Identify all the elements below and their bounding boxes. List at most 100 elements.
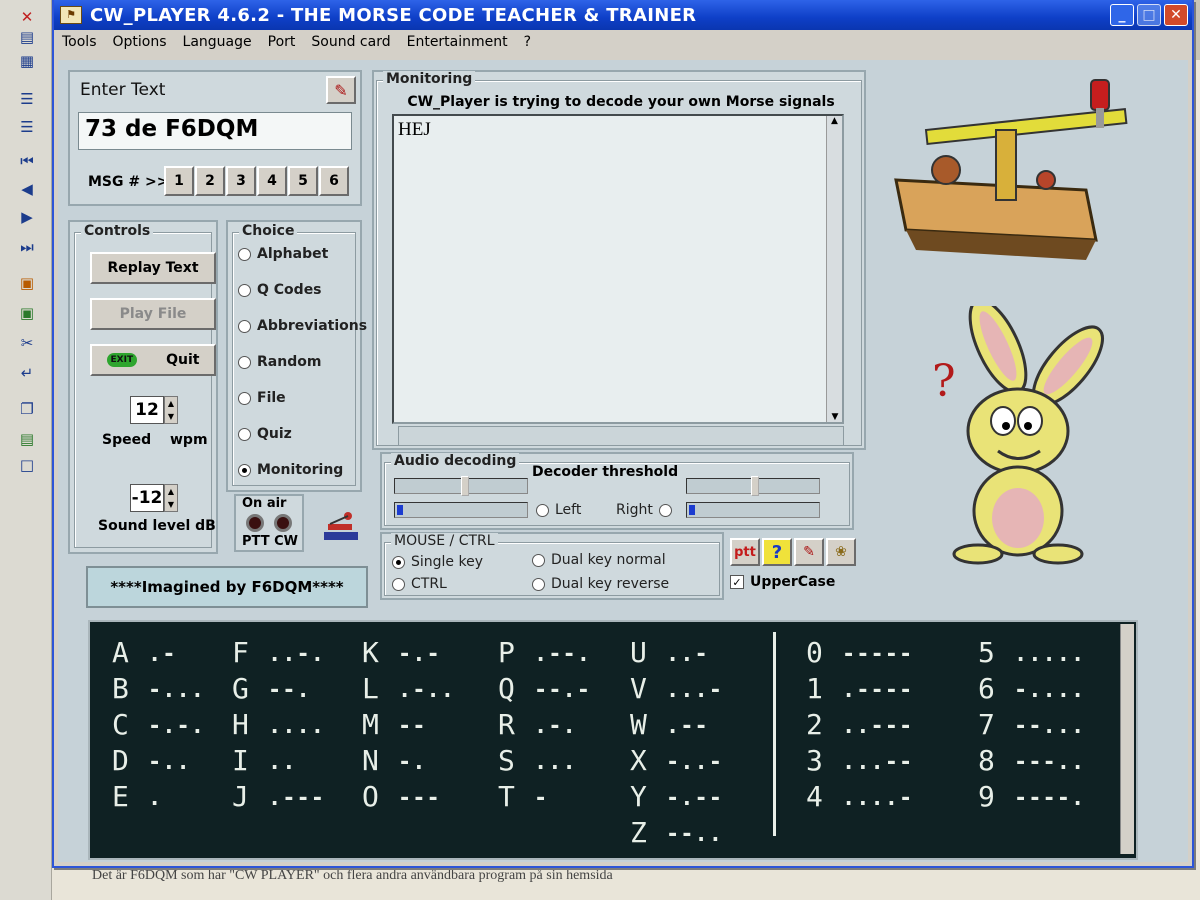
morse-letter-E: E bbox=[112, 780, 129, 813]
threshold-slider-thumb[interactable] bbox=[751, 476, 759, 496]
ptt-button[interactable]: ptt bbox=[730, 538, 760, 566]
tools-icon[interactable]: ✂ bbox=[12, 332, 42, 354]
radio-dot[interactable] bbox=[536, 503, 549, 517]
grid-icon[interactable]: ▤ bbox=[12, 428, 42, 450]
msg-button-5[interactable]: 5 bbox=[288, 166, 318, 196]
eraser-tool-icon[interactable]: ✎ bbox=[794, 538, 824, 566]
choice-quiz[interactable]: Quiz bbox=[238, 426, 292, 442]
morse-letter-R: R bbox=[498, 708, 515, 741]
msg-button-1[interactable]: 1 bbox=[164, 166, 194, 196]
sound-level-spinner[interactable]: -12 ▲ ▼ bbox=[130, 484, 178, 512]
morse-code-F: ..-. bbox=[268, 642, 325, 667]
threshold-slider[interactable] bbox=[686, 476, 820, 496]
pages-icon[interactable]: ❐ bbox=[12, 398, 42, 420]
menu-language[interactable]: Language bbox=[183, 34, 252, 50]
right-level-fill bbox=[689, 505, 695, 515]
menu-sound-card[interactable]: Sound card bbox=[311, 34, 390, 50]
choice-q-codes[interactable]: Q Codes bbox=[238, 282, 322, 298]
close-button[interactable]: ✕ bbox=[1164, 4, 1188, 26]
morse-letter-4: 4 bbox=[806, 780, 823, 813]
speed-value[interactable]: 12 bbox=[130, 396, 164, 424]
menu-entertainment[interactable]: Entertainment bbox=[407, 34, 508, 50]
radio-dot[interactable] bbox=[532, 577, 545, 591]
text-input[interactable]: 73 de F6DQM bbox=[78, 112, 352, 150]
quit-button[interactable]: EXIT Quit bbox=[90, 344, 216, 376]
first-page-icon[interactable]: ⏮ bbox=[12, 150, 42, 172]
morse-code-Q: --.- bbox=[534, 678, 591, 703]
radio-dot[interactable] bbox=[238, 427, 251, 441]
title-bar[interactable]: ⚑ CW_PLAYER 4.6.2 - THE MORSE CODE TEACH… bbox=[54, 0, 1192, 30]
maximize-button[interactable]: □ bbox=[1137, 4, 1161, 26]
left-channel-radio[interactable]: Left bbox=[536, 502, 581, 518]
rabbit-tool-icon[interactable]: ❀ bbox=[826, 538, 856, 566]
monitor-scrollbar[interactable]: ▲ ▼ bbox=[826, 116, 842, 422]
right-channel-radio[interactable]: Right bbox=[616, 502, 678, 518]
outdent-icon[interactable]: ☰ bbox=[12, 116, 42, 138]
eraser-icon[interactable]: ✎ bbox=[326, 76, 356, 104]
choice-panel: Choice Alphabet Q Codes Abbreviations Ra… bbox=[226, 220, 367, 492]
scroll-up-icon[interactable]: ▲ bbox=[827, 116, 842, 126]
ptt-led-icon bbox=[246, 514, 264, 532]
help-button[interactable]: ? bbox=[762, 538, 792, 566]
msg-button-2[interactable]: 2 bbox=[195, 166, 225, 196]
export-icon[interactable]: ▣ bbox=[12, 302, 42, 324]
close-doc-icon[interactable]: ✕ bbox=[12, 6, 42, 28]
radio-dot[interactable] bbox=[238, 247, 251, 261]
morse-divider bbox=[773, 632, 776, 836]
choice-file[interactable]: File bbox=[238, 390, 286, 406]
morse-code-R: .-. bbox=[534, 714, 577, 739]
prev-page-icon[interactable]: ◀ bbox=[12, 178, 42, 200]
single-key-radio[interactable]: Single key bbox=[392, 554, 483, 570]
morse-key-small-icon[interactable] bbox=[320, 504, 362, 546]
play-file-button[interactable]: Play File bbox=[90, 298, 216, 330]
menu-options[interactable]: Options bbox=[113, 34, 167, 50]
radio-dot[interactable] bbox=[238, 355, 251, 369]
sound-level-value[interactable]: -12 bbox=[130, 484, 164, 512]
morse-letter-8: 8 bbox=[978, 744, 995, 777]
indent-icon[interactable]: ☰ bbox=[12, 88, 42, 110]
radio-dot[interactable] bbox=[238, 391, 251, 405]
decoded-text-area[interactable]: HEJ bbox=[392, 114, 844, 424]
morse-table-scrollbar[interactable] bbox=[1120, 624, 1134, 854]
dual-key-reverse-radio[interactable]: Dual key reverse bbox=[532, 576, 669, 592]
radio-dot-selected[interactable] bbox=[238, 463, 251, 477]
speed-spinner[interactable]: 12 ▲ ▼ bbox=[130, 396, 178, 424]
return-icon[interactable]: ↵ bbox=[12, 362, 42, 384]
layout-icon[interactable]: ▤ bbox=[12, 26, 42, 48]
choice-q-codes-label: Q Codes bbox=[257, 282, 322, 298]
frame-icon[interactable]: □ bbox=[12, 454, 42, 476]
menu-help[interactable]: ? bbox=[524, 34, 531, 50]
left-slider-thumb[interactable] bbox=[461, 476, 469, 496]
choice-alphabet[interactable]: Alphabet bbox=[238, 246, 328, 262]
morse-letter-X: X bbox=[630, 744, 647, 777]
speed-arrows-icon[interactable]: ▲ ▼ bbox=[164, 396, 178, 424]
menu-port[interactable]: Port bbox=[268, 34, 296, 50]
replay-text-button[interactable]: Replay Text bbox=[90, 252, 216, 284]
ctrl-radio[interactable]: CTRL bbox=[392, 576, 447, 592]
morse-letter-Y: Y bbox=[630, 780, 647, 813]
radio-dot[interactable] bbox=[532, 553, 545, 567]
minimize-button[interactable]: _ bbox=[1110, 4, 1134, 26]
sound-arrows-icon[interactable]: ▲ ▼ bbox=[164, 484, 178, 512]
radio-dot-selected[interactable] bbox=[392, 555, 405, 569]
radio-dot[interactable] bbox=[658, 503, 672, 517]
radio-dot[interactable] bbox=[392, 577, 405, 591]
radio-dot[interactable] bbox=[238, 319, 251, 333]
msg-button-3[interactable]: 3 bbox=[226, 166, 256, 196]
choice-random[interactable]: Random bbox=[238, 354, 321, 370]
menu-tools[interactable]: Tools bbox=[62, 34, 97, 50]
uppercase-checkbox[interactable]: ✓ UpperCase bbox=[730, 574, 835, 590]
last-page-icon[interactable]: ⏭ bbox=[12, 236, 42, 258]
scroll-down-icon[interactable]: ▼ bbox=[827, 412, 843, 422]
left-slider[interactable] bbox=[394, 476, 528, 496]
checkbox-check-icon[interactable]: ✓ bbox=[730, 575, 744, 589]
next-page-icon[interactable]: ▶ bbox=[12, 206, 42, 228]
print-icon[interactable]: ▦ bbox=[12, 50, 42, 72]
radio-dot[interactable] bbox=[238, 283, 251, 297]
choice-abbreviations[interactable]: Abbreviations bbox=[238, 318, 367, 334]
insert-page-icon[interactable]: ▣ bbox=[12, 272, 42, 294]
choice-monitoring[interactable]: Monitoring bbox=[238, 462, 343, 478]
msg-button-4[interactable]: 4 bbox=[257, 166, 287, 196]
dual-key-normal-radio[interactable]: Dual key normal bbox=[532, 552, 666, 568]
msg-button-6[interactable]: 6 bbox=[319, 166, 349, 196]
